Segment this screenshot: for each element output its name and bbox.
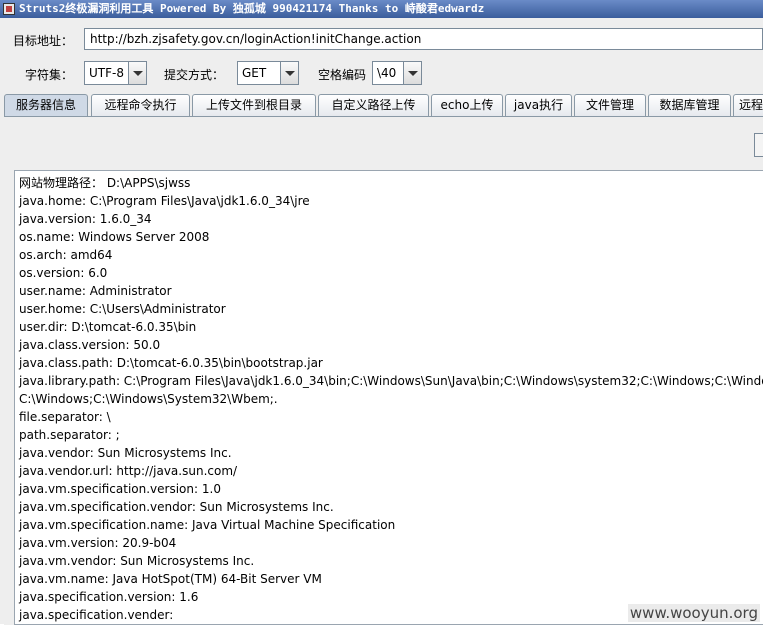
tab-upload-root[interactable]: 上传文件到根目录 — [192, 94, 316, 116]
output-line: java.vm.specification.name: Java Virtual… — [19, 518, 396, 532]
method-label: 提交方式： — [164, 68, 225, 82]
output-line: path.separator: ; — [19, 428, 120, 442]
output-line: java.library.path: C:\Program Files\Java… — [19, 374, 763, 388]
tab-remote[interactable]: 远程 — [733, 94, 763, 116]
chevron-down-icon[interactable] — [280, 62, 298, 84]
tab-label: 远程 — [739, 98, 763, 112]
output-line: user.home: C:\Users\Administrator — [19, 302, 226, 316]
tab-label: 数据库管理 — [659, 98, 720, 112]
output-line: C:\Windows;C:\Windows\System32\Wbem;. — [19, 392, 278, 406]
window-titlebar: Struts2终极漏洞利用工具 Powered By 独孤城 990421174… — [0, 0, 763, 18]
tab-label: echo上传 — [440, 98, 494, 112]
output-line: os.arch: amd64 — [19, 248, 113, 262]
target-url-label: 目标地址： — [13, 34, 74, 48]
space-encoding-select[interactable]: \40 — [372, 61, 422, 85]
space-encoding-value: \40 — [377, 66, 397, 80]
output-line: java.vm.name: Java HotSpot(TM) 64-Bit Se… — [19, 572, 322, 586]
app-icon — [3, 3, 15, 15]
space-encoding-label: 空格编码 — [318, 68, 367, 82]
output-line: java.vm.specification.version: 1.0 — [19, 482, 221, 496]
output-line: os.version: 6.0 — [19, 266, 108, 280]
tab-label: 上传文件到根目录 — [205, 98, 302, 112]
output-line: java.class.path: D:\tomcat-6.0.35\bin\bo… — [19, 356, 323, 370]
output-line: user.dir: D:\tomcat-6.0.35\bin — [19, 320, 197, 334]
tab-label: 文件管理 — [585, 98, 634, 112]
output-line: java.version: 1.6.0_34 — [19, 212, 152, 226]
tab-label: 服务器信息 — [15, 98, 76, 112]
output-line: file.separator: \ — [19, 410, 111, 424]
output-line: os.name: Windows Server 2008 — [19, 230, 210, 244]
output-line: java.specification.vender: — [19, 608, 174, 622]
method-value: GET — [242, 66, 267, 80]
output-line: java.home: C:\Program Files\Java\jdk1.6.… — [19, 194, 310, 208]
main-panel: 目标地址： http://bzh.zjsafety.gov.cn/loginAc… — [0, 18, 763, 625]
output-line: java.class.version: 50.0 — [19, 338, 161, 352]
output-line: java.specification.version: 1.6 — [19, 590, 199, 604]
tab-database-manager[interactable]: 数据库管理 — [648, 94, 731, 116]
output-line: java.vm.specification.vendor: Sun Micros… — [19, 500, 334, 514]
chevron-down-icon[interactable] — [128, 62, 146, 84]
target-url-input[interactable]: http://bzh.zjsafety.gov.cn/loginAction!i… — [84, 28, 763, 50]
tab-remote-command[interactable]: 远程命令执行 — [91, 94, 190, 116]
output-line: java.vm.version: 20.9-b04 — [19, 536, 177, 550]
window-title: Struts2终极漏洞利用工具 Powered By 独孤城 990421174… — [19, 2, 485, 15]
tab-label: 自定义路径上传 — [331, 98, 416, 112]
tab-server-info[interactable]: 服务器信息 — [4, 94, 88, 117]
output-line: java.vm.vendor: Sun Microsystems Inc. — [19, 554, 255, 568]
tab-echo-upload[interactable]: echo上传 — [431, 94, 503, 116]
tab-bar: 服务器信息 远程命令执行 上传文件到根目录 自定义路径上传 echo上传 jav… — [4, 94, 763, 117]
watermark: www.wooyun.org — [627, 604, 760, 622]
charset-value: UTF-8 — [89, 66, 124, 80]
server-info-panel: 网站物理路径： D:\APPS\sjwss java.home: C:\Prog… — [4, 116, 763, 625]
tab-label: java执行 — [513, 98, 564, 112]
server-info-output[interactable]: 网站物理路径： D:\APPS\sjwss java.home: C:\Prog… — [14, 170, 763, 625]
output-line: java.vendor.url: http://java.sun.com/ — [19, 464, 238, 478]
tab-file-manager[interactable]: 文件管理 — [574, 94, 646, 116]
chevron-down-icon[interactable] — [403, 62, 421, 84]
tab-java-exec[interactable]: java执行 — [505, 94, 572, 116]
charset-label: 字符集： — [25, 68, 74, 82]
charset-select[interactable]: UTF-8 — [84, 61, 147, 85]
tab-custom-path-upload[interactable]: 自定义路径上传 — [318, 94, 429, 116]
output-line: java.vendor: Sun Microsystems Inc. — [19, 446, 232, 460]
output-line: user.name: Administrator — [19, 284, 172, 298]
panel-action-button[interactable] — [754, 133, 763, 157]
method-select[interactable]: GET — [237, 61, 299, 85]
tab-label: 远程命令执行 — [104, 98, 177, 112]
output-line: 网站物理路径： D:\APPS\sjwss — [19, 176, 191, 190]
